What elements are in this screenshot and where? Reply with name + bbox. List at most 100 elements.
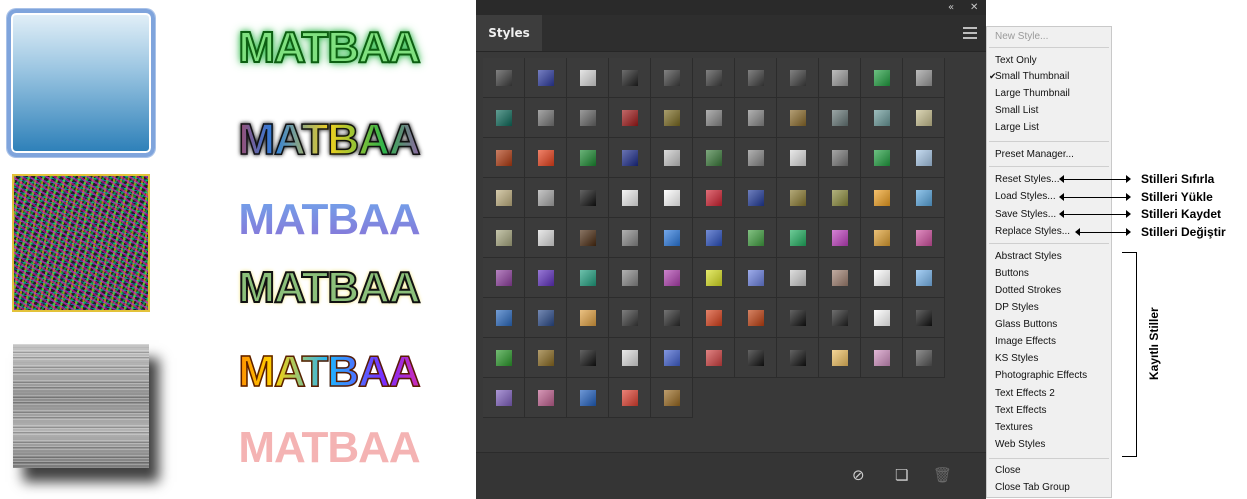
style-swatch[interactable] (693, 138, 735, 178)
style-swatch[interactable] (483, 138, 525, 178)
style-swatch[interactable] (525, 138, 567, 178)
style-swatch[interactable] (903, 178, 945, 218)
style-swatch[interactable] (861, 178, 903, 218)
style-swatch[interactable] (525, 178, 567, 218)
style-swatch[interactable] (777, 218, 819, 258)
style-swatch[interactable] (609, 178, 651, 218)
style-swatch[interactable] (693, 298, 735, 338)
style-swatch[interactable] (609, 338, 651, 378)
style-swatch[interactable] (525, 298, 567, 338)
style-swatch[interactable] (525, 98, 567, 138)
close-icon[interactable]: ✕ (970, 0, 978, 15)
menu-item[interactable]: Buttons (995, 267, 1029, 281)
style-swatch[interactable] (861, 98, 903, 138)
style-swatch[interactable] (861, 298, 903, 338)
style-swatch[interactable] (735, 338, 777, 378)
menu-item[interactable]: Web Styles (995, 438, 1045, 452)
style-swatch[interactable] (861, 138, 903, 178)
style-swatch[interactable] (483, 298, 525, 338)
menu-item[interactable]: Text Effects 2 (995, 387, 1055, 401)
style-swatch[interactable] (735, 178, 777, 218)
style-swatch[interactable] (735, 218, 777, 258)
style-swatch[interactable] (819, 298, 861, 338)
menu-item[interactable]: Image Effects (995, 335, 1056, 349)
style-swatch[interactable] (693, 338, 735, 378)
style-swatch[interactable] (483, 178, 525, 218)
style-swatch[interactable] (567, 138, 609, 178)
style-swatch[interactable] (651, 338, 693, 378)
style-swatch[interactable] (735, 258, 777, 298)
double-chevron-icon[interactable]: « (948, 0, 954, 15)
style-swatch[interactable] (567, 338, 609, 378)
style-swatch[interactable] (609, 298, 651, 338)
style-swatch[interactable] (819, 338, 861, 378)
menu-item[interactable]: KS Styles (995, 352, 1038, 366)
hamburger-menu-icon[interactable] (963, 27, 977, 39)
style-swatch[interactable] (735, 298, 777, 338)
style-swatch[interactable] (525, 58, 567, 98)
style-swatch[interactable] (567, 258, 609, 298)
style-swatch[interactable] (651, 298, 693, 338)
style-swatch[interactable] (693, 178, 735, 218)
menu-item[interactable]: Preset Manager... (995, 148, 1074, 162)
menu-item[interactable]: Glass Buttons (995, 318, 1057, 332)
style-swatch[interactable] (735, 138, 777, 178)
menu-item[interactable]: New Style... (995, 30, 1048, 44)
style-swatch[interactable] (819, 58, 861, 98)
style-swatch[interactable] (861, 218, 903, 258)
menu-item[interactable]: Dotted Strokes (995, 284, 1061, 298)
style-swatch[interactable] (777, 338, 819, 378)
menu-item[interactable]: Save Styles... (995, 208, 1056, 222)
menu-item[interactable]: Text Only (995, 54, 1037, 68)
style-swatch[interactable] (861, 258, 903, 298)
menu-item[interactable]: DP Styles (995, 301, 1039, 315)
style-swatch[interactable] (693, 58, 735, 98)
style-swatch[interactable] (609, 98, 651, 138)
menu-item[interactable]: Large Thumbnail (995, 87, 1070, 101)
style-swatch[interactable] (483, 338, 525, 378)
style-swatch[interactable] (651, 378, 693, 418)
style-swatch[interactable] (819, 98, 861, 138)
style-swatch[interactable] (651, 98, 693, 138)
style-swatch[interactable] (567, 218, 609, 258)
style-swatch[interactable] (693, 258, 735, 298)
style-swatch[interactable] (777, 98, 819, 138)
style-swatch[interactable] (567, 98, 609, 138)
style-swatch[interactable] (483, 218, 525, 258)
style-swatch[interactable] (567, 378, 609, 418)
style-swatch[interactable] (651, 58, 693, 98)
style-swatch[interactable] (735, 98, 777, 138)
style-swatch[interactable] (735, 58, 777, 98)
style-swatch[interactable] (483, 258, 525, 298)
style-swatch[interactable] (819, 178, 861, 218)
style-swatch[interactable] (609, 138, 651, 178)
style-swatch[interactable] (777, 178, 819, 218)
clear-style-icon[interactable]: ⊘ (852, 467, 865, 483)
style-swatch[interactable] (567, 58, 609, 98)
style-swatch[interactable] (525, 258, 567, 298)
menu-item[interactable]: Load Styles... (995, 190, 1056, 204)
style-swatch[interactable] (819, 258, 861, 298)
style-swatch[interactable] (651, 218, 693, 258)
style-swatch[interactable] (777, 58, 819, 98)
style-swatch[interactable] (609, 58, 651, 98)
menu-item[interactable]: Reset Styles... (995, 173, 1059, 187)
style-swatch[interactable] (819, 218, 861, 258)
style-swatch[interactable] (609, 218, 651, 258)
menu-item[interactable]: Text Effects (995, 404, 1047, 418)
style-swatch[interactable] (483, 378, 525, 418)
style-swatch[interactable] (609, 378, 651, 418)
style-swatch[interactable] (483, 58, 525, 98)
style-swatch[interactable] (861, 338, 903, 378)
menu-item[interactable]: Close Tab Group (995, 481, 1070, 495)
style-swatch[interactable] (525, 338, 567, 378)
style-swatch[interactable] (777, 138, 819, 178)
style-swatch[interactable] (903, 258, 945, 298)
style-swatch[interactable] (903, 338, 945, 378)
menu-item[interactable]: Textures (995, 421, 1033, 435)
menu-item[interactable]: Close (995, 464, 1021, 478)
style-swatch[interactable] (693, 218, 735, 258)
style-swatch[interactable] (651, 178, 693, 218)
style-swatch[interactable] (525, 378, 567, 418)
style-swatch[interactable] (903, 218, 945, 258)
